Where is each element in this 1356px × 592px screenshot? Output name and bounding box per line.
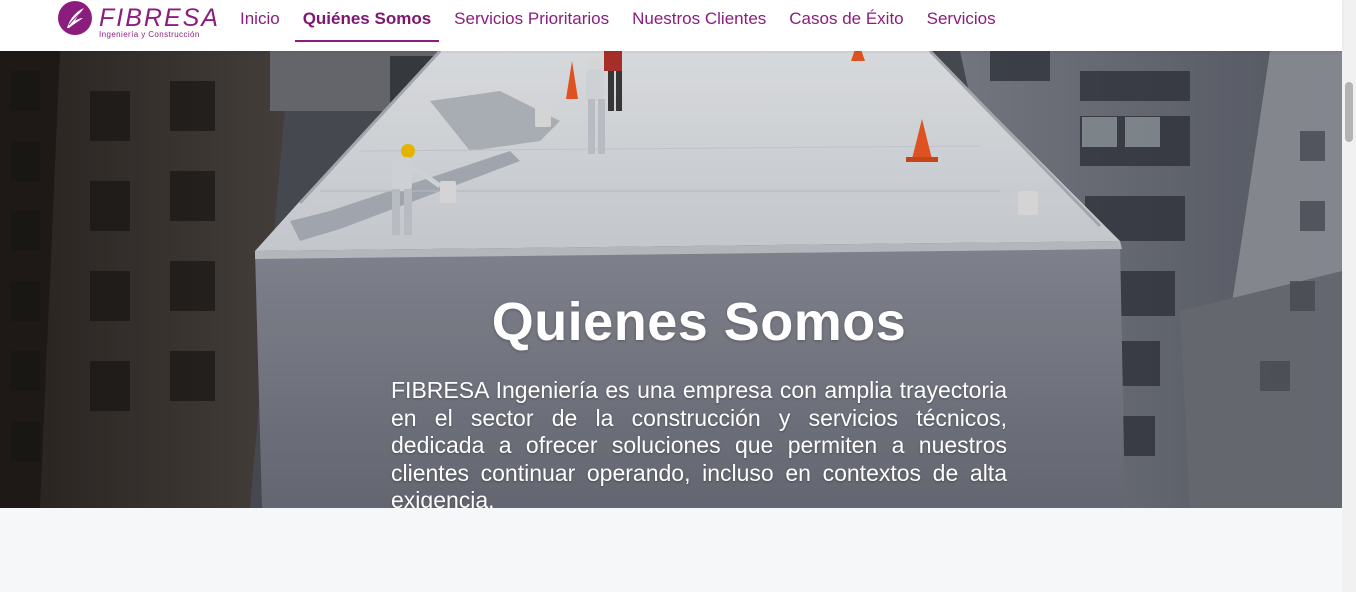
scrollbar-thumb[interactable] [1345,82,1353,142]
nav-item-casos-de-exito[interactable]: Casos de Éxito [781,0,911,42]
nav-item-nuestros-clientes[interactable]: Nuestros Clientes [624,0,774,42]
nav-item-servicios-prioritarios[interactable]: Servicios Prioritarios [446,0,617,42]
hero-description: FIBRESA Ingeniería es una empresa con am… [391,377,1007,508]
hero-title: Quienes Somos [491,292,907,352]
top-navbar: FIBRESA Ingeniería y Construcción Inicio… [0,0,1342,51]
brand-name: FIBRESA [99,4,220,32]
nav-item-servicios[interactable]: Servicios [919,0,1004,42]
feather-logo-icon [58,1,92,35]
page-scrollbar[interactable] [1342,0,1356,592]
brand-logo[interactable]: FIBRESA Ingeniería y Construcción [58,1,218,41]
nav-item-quienes-somos[interactable]: Quiénes Somos [294,0,440,42]
brand-tagline: Ingeniería y Construcción [99,30,200,39]
hero-section: Quienes Somos FIBRESA Ingeniería es una … [0,51,1342,508]
main-nav: Inicio Quiénes Somos Servicios Prioritar… [232,0,1011,42]
nav-item-inicio[interactable]: Inicio [232,0,288,42]
